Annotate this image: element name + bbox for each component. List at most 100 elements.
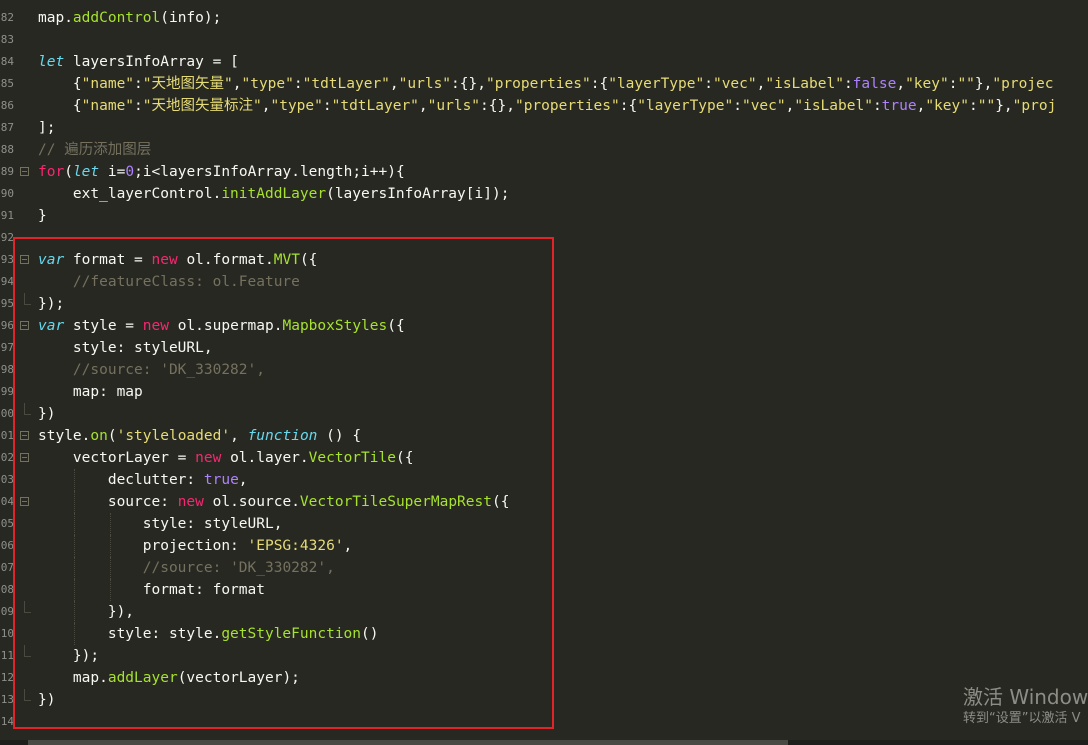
code-token: "layerType" — [637, 98, 734, 114]
code-text: }); — [38, 293, 64, 315]
code-line[interactable]: 114 — [0, 711, 1088, 733]
code-line[interactable]: 101 style.on('styleloaded', function () { — [0, 425, 1088, 447]
code-line[interactable]: 83 — [0, 29, 1088, 51]
code-text: }); — [38, 645, 99, 667]
code-token: , — [418, 98, 428, 114]
code-line[interactable]: 111 }); — [0, 645, 1088, 667]
line-number-gutter: 88 — [0, 139, 16, 161]
code-editor[interactable]: 82 map.addControl(info); 83 84 let layersInf… — [0, 0, 1088, 740]
code-line[interactable]: 99 map: map — [0, 381, 1088, 403]
code-token: { — [38, 76, 82, 92]
code-token: getStyleFunction — [221, 626, 362, 642]
line-number-gutter: 89 — [0, 161, 16, 183]
code-line[interactable]: 90 ext_layerControl.initAddLayer(layersI… — [0, 183, 1088, 205]
line-number: 92 — [0, 231, 14, 244]
line-number: 101 — [0, 429, 14, 442]
horizontal-scrollbar[interactable] — [0, 740, 1088, 745]
code-line[interactable]: 103 declutter: true, — [0, 469, 1088, 491]
code-token: (vectorLayer); — [177, 670, 300, 686]
code-line[interactable]: 109 }), — [0, 601, 1088, 623]
code-line[interactable]: 106 projection: 'EPSG:4326', — [0, 535, 1088, 557]
code-token: function — [247, 428, 318, 444]
line-number-gutter: 110 — [0, 623, 16, 645]
code-token: : — [733, 98, 742, 114]
code-line[interactable]: 108 format: format — [0, 579, 1088, 601]
code-token: }), — [38, 604, 135, 620]
code-line[interactable]: 84 let layersInfoArray = [ — [0, 51, 1088, 73]
code-token: 'styleloaded' — [116, 428, 231, 444]
code-line[interactable]: 88 // 遍历添加图层 — [0, 139, 1088, 161]
line-number: 103 — [0, 473, 14, 486]
code-token: }); — [38, 296, 65, 312]
code-line[interactable]: 93 var format = new ol.format.MVT({ — [0, 249, 1088, 271]
code-line[interactable]: 86 {"name":"天地图矢量标注","type":"tdtLayer","… — [0, 95, 1088, 117]
code-line[interactable]: 105 style: styleURL, — [0, 513, 1088, 535]
code-line[interactable]: 89 for(let i=0;i<layersInfoArray.length;i… — [0, 161, 1088, 183]
code-line[interactable]: 102 vectorLayer = new ol.layer.VectorTil… — [0, 447, 1088, 469]
line-number-gutter: 107 — [0, 557, 16, 579]
code-token: : — [293, 76, 303, 92]
line-number: 93 — [0, 253, 14, 266]
code-token: , — [343, 538, 353, 554]
code-line[interactable]: 82 map.addControl(info); — [0, 7, 1088, 29]
fold-end-marker-icon — [24, 293, 31, 305]
code-text: projection: 'EPSG:4326', — [38, 535, 353, 557]
code-token: "name" — [81, 76, 135, 92]
code-line[interactable]: 112 map.addLayer(vectorLayer); — [0, 667, 1088, 689]
code-line[interactable]: 113}) — [0, 689, 1088, 711]
code-token: "isLabel" — [765, 76, 844, 92]
code-token: ({ — [395, 450, 414, 466]
line-number: 107 — [0, 561, 14, 574]
code-token: ({ — [299, 252, 318, 268]
fold-toggle-icon[interactable] — [20, 321, 29, 330]
fold-toggle-icon[interactable] — [20, 431, 29, 440]
code-line[interactable]: 110 style: style.getStyleFunction() — [0, 623, 1088, 645]
fold-toggle-icon[interactable] — [20, 255, 29, 264]
code-line[interactable]: 94 //featureClass: ol.Feature — [0, 271, 1088, 293]
code-token: VectorTileSuperMapRest — [299, 494, 492, 510]
code-text: style: styleURL, — [38, 513, 283, 535]
line-number-gutter: 86 — [0, 95, 16, 117]
code-line[interactable]: 97 style: styleURL, — [0, 337, 1088, 359]
fold-toggle-icon[interactable] — [20, 167, 29, 176]
code-line[interactable]: 85 {"name":"天地图矢量","type":"tdtLayer","ur… — [0, 73, 1088, 95]
code-token: , — [896, 76, 906, 92]
code-token: var — [38, 318, 65, 334]
line-number: 94 — [0, 275, 14, 288]
line-number: 110 — [0, 627, 14, 640]
line-number: 104 — [0, 495, 14, 508]
fold-toggle-icon[interactable] — [20, 497, 29, 506]
windows-activation-watermark: 激活 Window 转到“设置”以激活 V — [963, 684, 1088, 728]
code-line[interactable]: 100}) — [0, 403, 1088, 425]
line-number-gutter: 95 — [0, 293, 16, 315]
code-token: "key" — [905, 76, 949, 92]
horizontal-scrollbar-thumb[interactable] — [28, 740, 788, 745]
line-number: 87 — [0, 121, 14, 134]
code-token: "天地图矢量标注" — [142, 98, 262, 114]
code-token: format = — [64, 252, 152, 268]
code-token: //source: 'DK_330282', — [142, 560, 335, 576]
code-token: "isLabel" — [794, 98, 873, 114]
code-token: source: — [38, 494, 178, 510]
code-line[interactable]: 95}); — [0, 293, 1088, 315]
code-line[interactable]: 91} — [0, 205, 1088, 227]
code-text: }) — [38, 689, 55, 711]
code-line[interactable]: 98 //source: 'DK_330282', — [0, 359, 1088, 381]
code-line[interactable]: 107 //source: 'DK_330282', — [0, 557, 1088, 579]
code-token: :{ — [619, 98, 638, 114]
code-token: ext_layerControl. — [38, 186, 222, 202]
code-text: style: styleURL, — [38, 337, 213, 359]
code-token: (info); — [160, 10, 222, 26]
code-line[interactable]: 92 — [0, 227, 1088, 249]
code-text: //featureClass: ol.Feature — [38, 271, 300, 293]
line-number: 111 — [0, 649, 14, 662]
code-line[interactable]: 104 source: new ol.source.VectorTileSupe… — [0, 491, 1088, 513]
code-text: // 遍历添加图层 — [38, 139, 151, 161]
code-line[interactable]: 96 var style = new ol.supermap.MapboxStyl… — [0, 315, 1088, 337]
fold-toggle-icon[interactable] — [20, 453, 29, 462]
code-line[interactable]: 87]; — [0, 117, 1088, 139]
code-token: addControl — [72, 10, 161, 26]
line-number-gutter: 90 — [0, 183, 16, 205]
code-token: style: styleURL, — [38, 340, 213, 356]
